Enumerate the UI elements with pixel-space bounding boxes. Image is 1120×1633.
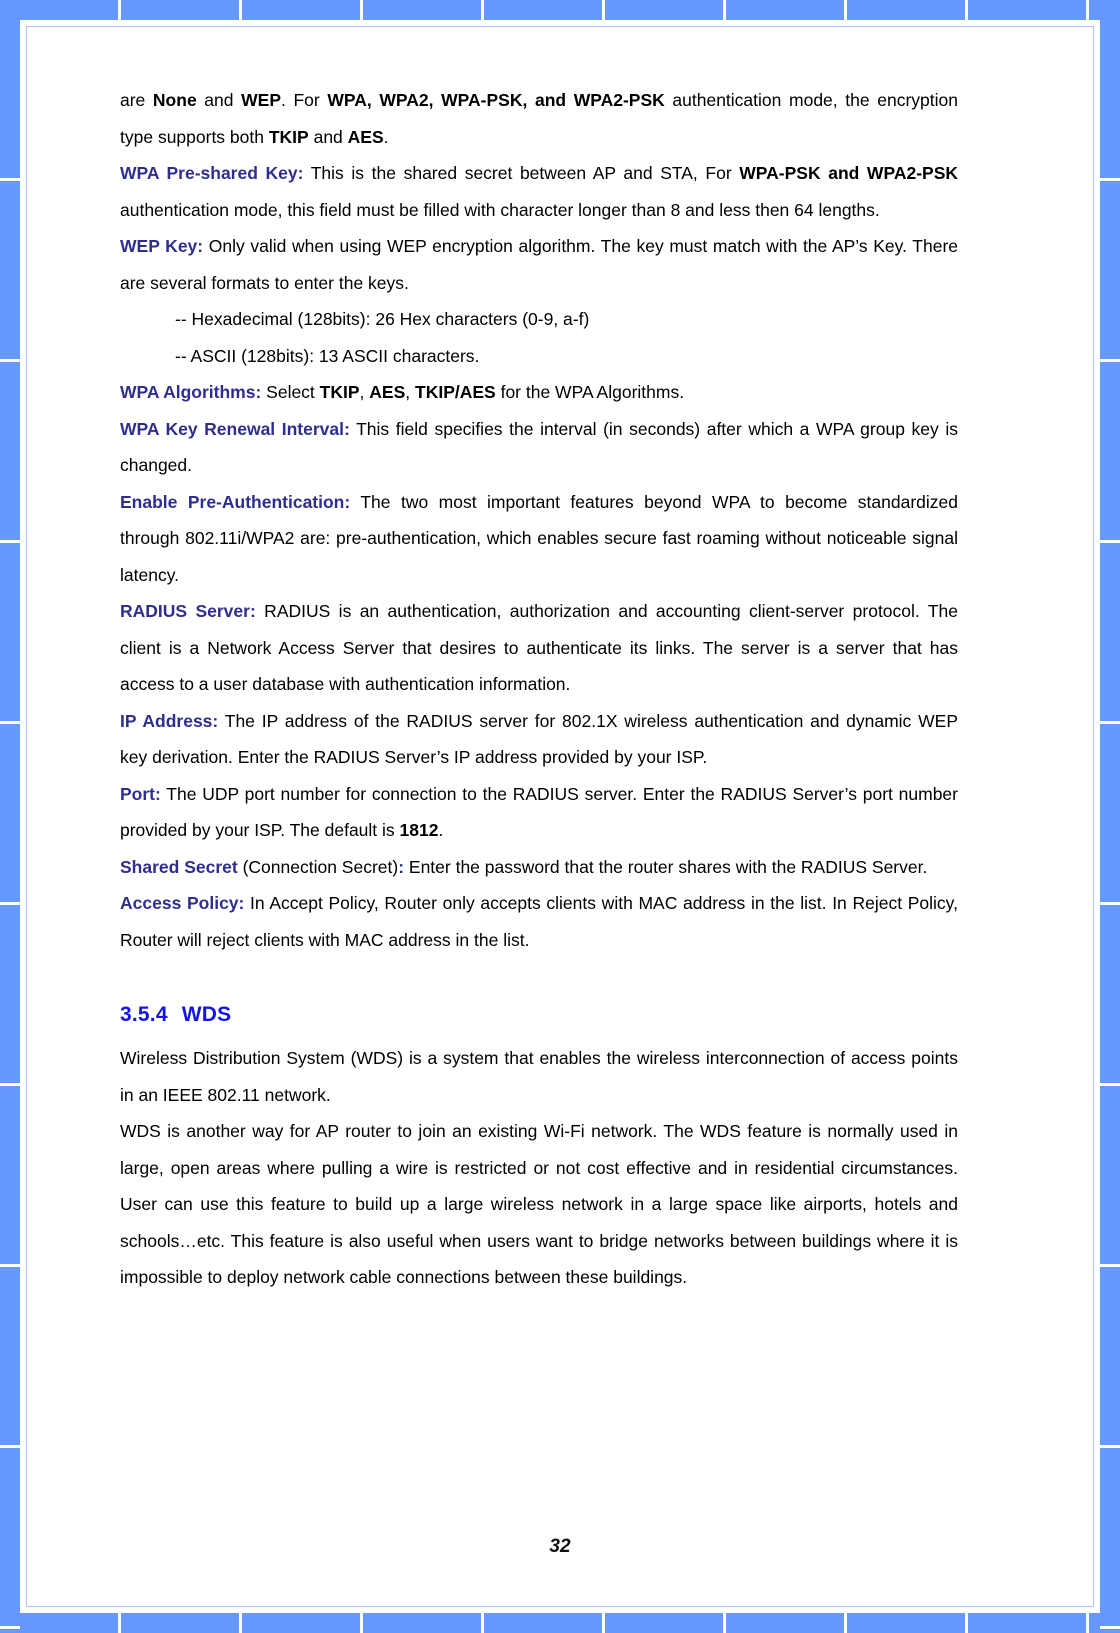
body-text: Wireless Distribution System (WDS) is a …	[120, 1048, 958, 1105]
paragraph-port: Port: The UDP port number for connection…	[120, 776, 958, 849]
field-label: Access Policy:	[120, 893, 245, 913]
emphasis-text: 1812	[399, 820, 439, 840]
heading-spacer	[120, 958, 958, 1000]
page-number: 32	[549, 1536, 571, 1557]
body-text: This is the shared secret between AP and…	[303, 163, 740, 183]
field-label: RADIUS Server:	[120, 601, 256, 621]
body-text: authentication mode, this field must be …	[120, 199, 880, 220]
emphasis-text: TKIP	[268, 126, 309, 147]
paragraph-wpa-pre-shared-key: WPA Pre-shared Key: This is the shared s…	[120, 155, 958, 228]
body-text: and	[196, 90, 242, 110]
body-text: are	[120, 90, 153, 110]
field-label: WEP Key:	[120, 236, 204, 256]
emphasis-text: WEP	[241, 90, 281, 110]
key-format-item: -- ASCII (128bits): 13 ASCII characters.	[175, 345, 480, 366]
key-format-item: -- Hexadecimal (128bits): 26 Hex charact…	[175, 309, 590, 329]
field-label: Shared Secret	[120, 856, 238, 877]
paragraph-radius-server: RADIUS Server: RADIUS is an authenticati…	[120, 593, 958, 703]
body-text: In Accept Policy, Router only accepts cl…	[120, 893, 958, 950]
body-text: ,	[359, 382, 370, 402]
page-border-bottom	[0, 1613, 1120, 1633]
paragraph-ip-address: IP Address: The IP address of the RADIUS…	[120, 703, 958, 776]
emphasis-text: AES	[347, 126, 384, 147]
emphasis-text: TKIP/AES	[415, 382, 496, 402]
page-content: are None and WEP. For WPA, WPA2, WPA-PSK…	[120, 82, 958, 1296]
paragraph-wpa-algorithms: WPA Algorithms: Select TKIP, AES, TKIP/A…	[120, 374, 958, 411]
page-border-top	[0, 0, 1120, 20]
body-text: Only valid when using WEP encryption alg…	[120, 236, 958, 293]
field-label: Enable Pre-Authentication:	[120, 491, 351, 512]
paragraph-wds-intro: Wireless Distribution System (WDS) is a …	[120, 1040, 958, 1113]
field-label: WPA Pre-shared Key:	[120, 163, 304, 183]
settings-description-block: are None and WEP. For WPA, WPA2, WPA-PSK…	[120, 82, 958, 301]
emphasis-text: TKIP	[319, 382, 360, 402]
paragraph-shared-secret: Shared Secret (Connection Secret): Enter…	[120, 849, 958, 886]
body-text: WDS is another way for AP router to join…	[120, 1121, 958, 1287]
body-text: Select	[261, 382, 320, 402]
paragraph-encryption-type: are None and WEP. For WPA, WPA2, WPA-PSK…	[120, 82, 958, 155]
paragraph-wep-key: WEP Key: Only valid when using WEP encry…	[120, 228, 958, 301]
section-number: 3.5.4	[120, 1003, 168, 1026]
body-text: . For	[281, 90, 328, 110]
paragraph-wpa-key-renewal-interval: WPA Key Renewal Interval: This field spe…	[120, 411, 958, 484]
paragraph-access-policy: Access Policy: In Accept Policy, Router …	[120, 885, 958, 958]
body-text: and	[308, 126, 348, 147]
body-text: The UDP port number for connection to th…	[120, 783, 958, 841]
emphasis-text: None	[152, 90, 197, 110]
emphasis-text: WPA-PSK and WPA2-PSK	[739, 163, 958, 183]
paragraph-enable-pre-authentication: Enable Pre-Authentication: The two most …	[120, 484, 958, 594]
manual-page: are None and WEP. For WPA, WPA2, WPA-PSK…	[0, 0, 1120, 1633]
emphasis-text: AES	[369, 382, 406, 402]
section-heading-wds: 3.5.4 WDS	[120, 1000, 958, 1030]
body-text: Enter the password that the router share…	[404, 856, 928, 877]
field-label: WPA Key Renewal Interval:	[120, 418, 350, 439]
field-label: IP Address:	[120, 710, 219, 731]
body-text: .	[438, 820, 444, 840]
body-text: for the WPA Algorithms.	[495, 382, 685, 402]
page-border-left	[0, 0, 20, 1633]
paragraph-wds-detail: WDS is another way for AP router to join…	[120, 1113, 958, 1296]
body-text: The IP address of the RADIUS server for …	[120, 710, 958, 768]
emphasis-text: WPA, WPA2, WPA-PSK, and WPA2-PSK	[327, 90, 665, 110]
security-options-block: WPA Algorithms: Select TKIP, AES, TKIP/A…	[120, 374, 958, 958]
field-label: WPA Algorithms:	[120, 382, 262, 402]
wep-key-format-list: -- Hexadecimal (128bits): 26 Hex charact…	[120, 301, 958, 374]
heading-bottom-spacer	[120, 1030, 958, 1040]
section-title: WDS	[181, 1003, 232, 1026]
body-text: ,	[405, 382, 415, 402]
page-border-right	[1100, 0, 1120, 1633]
body-text: (Connection Secret)	[237, 856, 399, 877]
field-label: Port:	[120, 783, 161, 804]
wds-description-block: Wireless Distribution System (WDS) is a …	[120, 1040, 958, 1296]
body-text: .	[383, 126, 389, 147]
